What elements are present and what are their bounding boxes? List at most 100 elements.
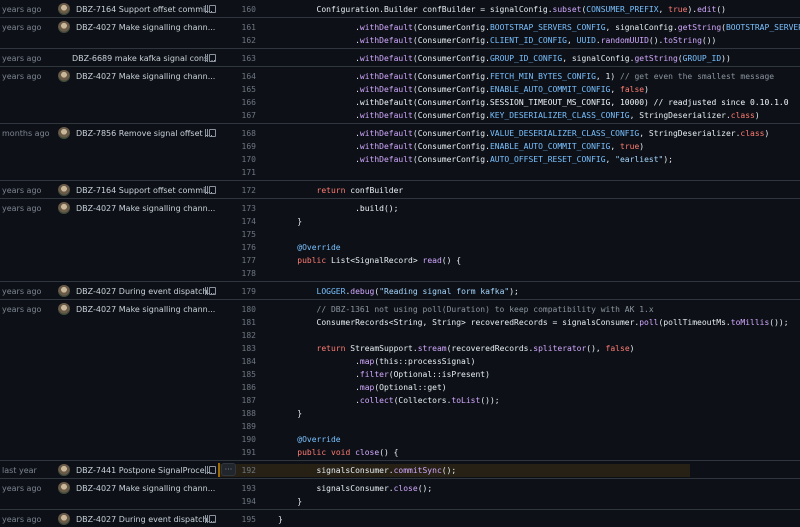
code-line[interactable]: 162 .withDefault(ConsumerConfig.CLIENT_I… xyxy=(218,34,800,47)
line-number[interactable]: 178 xyxy=(218,267,256,280)
code-line[interactable]: 166 .withDefault(ConsumerConfig.SESSION_… xyxy=(218,96,800,109)
code-line[interactable]: 187 .collect(Collectors.toList()); xyxy=(218,394,800,407)
line-number[interactable]: 188 xyxy=(218,407,256,420)
commit-message-link[interactable]: DBZ-6689 make kafka signal cons... xyxy=(72,52,216,65)
code-line[interactable]: 165 .withDefault(ConsumerConfig.ENABLE_A… xyxy=(218,83,800,96)
line-number[interactable]: 189 xyxy=(218,420,256,433)
avatar[interactable] xyxy=(58,21,70,33)
code-line[interactable]: 172 return confBuilder xyxy=(218,184,800,197)
line-number[interactable]: 164 xyxy=(218,70,256,83)
reblame-icon[interactable] xyxy=(205,54,216,62)
line-number[interactable]: 182 xyxy=(218,329,256,342)
code-line[interactable]: 189 xyxy=(218,420,800,433)
code-line[interactable]: 160 Configuration.Builder confBuilder = … xyxy=(218,3,800,16)
line-number[interactable]: 180 xyxy=(218,303,256,316)
line-number[interactable]: 167 xyxy=(218,109,256,122)
reblame-icon[interactable] xyxy=(205,515,216,523)
commit-message-link[interactable]: DBZ-7856 Remove signal offset ... xyxy=(76,127,213,140)
line-number[interactable]: 194 xyxy=(218,495,256,508)
avatar[interactable] xyxy=(58,464,70,476)
code-line[interactable]: 179 LOGGER.debug("Reading signal form ka… xyxy=(218,285,800,298)
code-line[interactable]: 169 .withDefault(ConsumerConfig.ENABLE_A… xyxy=(218,140,800,153)
line-number[interactable]: 184 xyxy=(218,355,256,368)
line-number[interactable]: 161 xyxy=(218,21,256,34)
code-line[interactable]: 168 .withDefault(ConsumerConfig.VALUE_DE… xyxy=(218,127,800,140)
avatar[interactable] xyxy=(58,202,70,214)
line-actions-button[interactable]: ··· xyxy=(221,463,236,476)
commit-message-link[interactable]: DBZ-4027 During event dispatch... xyxy=(76,285,215,298)
commit-message-link[interactable]: DBZ-4027 Make signalling chann... xyxy=(76,303,215,316)
code-line[interactable]: 173 .build(); xyxy=(218,202,800,215)
line-number[interactable]: 165 xyxy=(218,83,256,96)
avatar[interactable] xyxy=(58,3,70,15)
line-number[interactable]: 169 xyxy=(218,140,256,153)
avatar[interactable] xyxy=(58,303,70,315)
line-number[interactable]: 173 xyxy=(218,202,256,215)
code-line[interactable]: 175 xyxy=(218,228,800,241)
code-line[interactable]: 195} xyxy=(218,513,800,526)
commit-message-link[interactable]: DBZ-4027 Make signalling chann... xyxy=(76,21,215,34)
commit-message-link[interactable]: DBZ-7441 Postpone SignalProce... xyxy=(76,464,212,477)
avatar[interactable] xyxy=(58,127,70,139)
line-number[interactable]: 174 xyxy=(218,215,256,228)
line-number[interactable]: 183 xyxy=(218,342,256,355)
code-line[interactable]: 190 @Override xyxy=(218,433,800,446)
avatar[interactable] xyxy=(58,285,70,297)
avatar[interactable] xyxy=(58,184,70,196)
line-number[interactable]: 179 xyxy=(218,285,256,298)
code-line[interactable]: 164 .withDefault(ConsumerConfig.FETCH_MI… xyxy=(218,70,800,83)
line-number[interactable]: 191 xyxy=(218,446,256,459)
code-line[interactable]: 176 @Override xyxy=(218,241,800,254)
code-line[interactable]: 171 xyxy=(218,166,800,179)
reblame-icon[interactable] xyxy=(205,186,216,194)
code-line[interactable]: 181 ConsumerRecords<String, String> reco… xyxy=(218,316,800,329)
avatar[interactable] xyxy=(58,70,70,82)
avatar[interactable] xyxy=(58,482,70,494)
reblame-icon[interactable] xyxy=(205,287,216,295)
code-line[interactable]: 184 .map(this::processSignal) xyxy=(218,355,800,368)
commit-message-link[interactable]: DBZ-7164 Support offset commi... xyxy=(76,3,213,16)
commit-message-link[interactable]: DBZ-4027 Make signalling chann... xyxy=(76,70,215,83)
code-line[interactable]: 180 // DBZ-1361 not using poll(Duration)… xyxy=(218,303,800,316)
line-number[interactable]: 163 xyxy=(218,52,256,65)
line-number[interactable]: 187 xyxy=(218,394,256,407)
code-line[interactable]: 183 return StreamSupport.stream(recovere… xyxy=(218,342,800,355)
code-line[interactable]: 186 .map(Optional::get) xyxy=(218,381,800,394)
line-number[interactable]: 172 xyxy=(218,184,256,197)
line-number[interactable]: 185 xyxy=(218,368,256,381)
code-line[interactable]: 194 } xyxy=(218,495,800,508)
line-number[interactable]: 160 xyxy=(218,3,256,16)
code-line[interactable]: 170 .withDefault(ConsumerConfig.AUTO_OFF… xyxy=(218,153,800,166)
code-line[interactable]: 192 signalsConsumer.commitSync(); xyxy=(218,464,690,477)
line-number[interactable]: 177 xyxy=(218,254,256,267)
commit-message-link[interactable]: DBZ-4027 Make signalling chann... xyxy=(76,202,215,215)
line-number[interactable]: 186 xyxy=(218,381,256,394)
line-number[interactable]: 175 xyxy=(218,228,256,241)
code-line[interactable]: 167 .withDefault(ConsumerConfig.KEY_DESE… xyxy=(218,109,800,122)
commit-message-link[interactable]: DBZ-7164 Support offset commi... xyxy=(76,184,213,197)
commit-message-link[interactable]: DBZ-4027 During event dispatch... xyxy=(76,513,215,526)
code-line[interactable]: 188 } xyxy=(218,407,800,420)
code-line[interactable]: 193 signalsConsumer.close(); xyxy=(218,482,800,495)
line-number[interactable]: 181 xyxy=(218,316,256,329)
code-line[interactable]: 178 xyxy=(218,267,800,280)
code-line[interactable]: 174 } xyxy=(218,215,800,228)
code-line[interactable]: 191 public void close() { xyxy=(218,446,800,459)
line-number[interactable]: 190 xyxy=(218,433,256,446)
line-number[interactable]: 162 xyxy=(218,34,256,47)
line-number[interactable]: 176 xyxy=(218,241,256,254)
code-line[interactable]: 177 public List<SignalRecord> read() { xyxy=(218,254,800,267)
code-line[interactable]: 185 .filter(Optional::isPresent) xyxy=(218,368,800,381)
line-number[interactable]: 166 xyxy=(218,96,256,109)
line-number[interactable]: 195 xyxy=(218,513,256,526)
reblame-icon[interactable] xyxy=(205,129,216,137)
line-number[interactable]: 171 xyxy=(218,166,256,179)
code-line[interactable]: 182 xyxy=(218,329,800,342)
commit-message-link[interactable]: DBZ-4027 Make signalling chann... xyxy=(76,482,215,495)
code-line[interactable]: 161 .withDefault(ConsumerConfig.BOOTSTRA… xyxy=(218,21,800,34)
line-number[interactable]: 170 xyxy=(218,153,256,166)
line-number[interactable]: 168 xyxy=(218,127,256,140)
avatar[interactable] xyxy=(58,513,70,525)
reblame-icon[interactable] xyxy=(205,466,216,474)
reblame-icon[interactable] xyxy=(205,5,216,13)
